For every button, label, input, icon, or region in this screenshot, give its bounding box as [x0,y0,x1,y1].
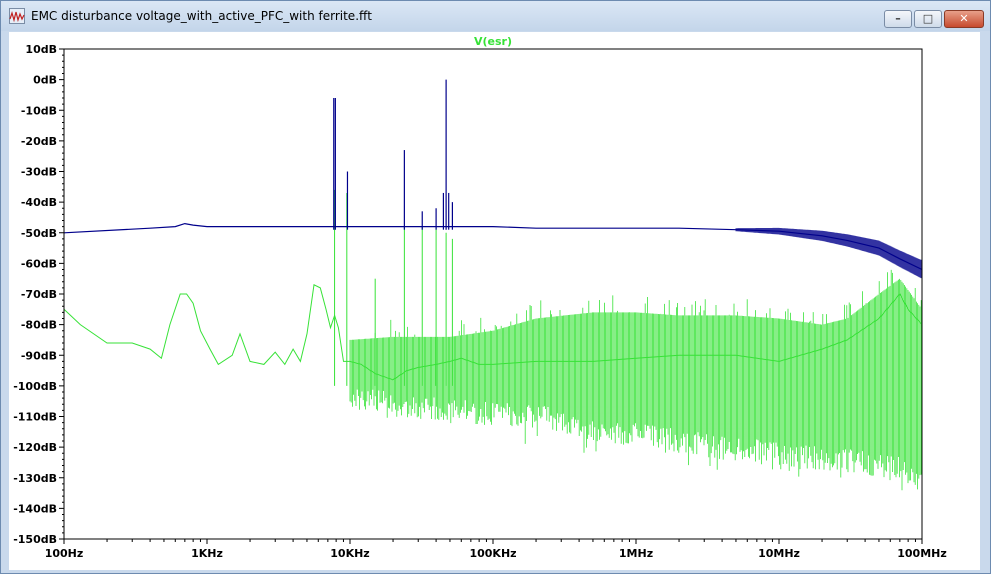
y-tick-label: -10dB [21,104,57,117]
plot-window: EMC disturbance voltage_with_active_PFC_… [0,0,991,574]
waveform-icon [9,8,25,24]
trace-label[interactable]: V(esr) [474,35,512,48]
plot-area[interactable]: V(esr) 10dB 0dB -10dB -20dB -30dB -40dB -50dB -… [9,32,980,570]
maximize-button[interactable]: □ [914,10,942,28]
y-tick-label: -30dB [21,166,57,179]
y-tick-label: -110dB [13,411,57,424]
minimize-button[interactable]: – [884,10,912,28]
series-band-blue [735,227,923,279]
fft-chart[interactable]: V(esr) 10dB 0dB -10dB -20dB -30dB -40dB -50dB -… [9,32,980,570]
y-tick-label: 0dB [33,74,57,87]
x-tick-label: 100KHz [469,547,516,560]
x-tick-label: 100MHz [897,547,947,560]
axes: 10dB 0dB -10dB -20dB -30dB -40dB -50dB -60dB -70… [13,43,947,560]
close-button[interactable]: ✕ [944,10,984,28]
y-tick-label: -50dB [21,227,57,240]
y-tick-label: -100dB [13,380,57,393]
y-tick-label: -80dB [21,319,57,332]
y-tick-label: -20dB [21,135,57,148]
y-tick-label: -130dB [13,472,57,485]
x-tick-label: 1MHz [619,547,653,560]
title-bar[interactable]: EMC disturbance voltage_with_active_PFC_… [1,1,990,31]
x-tick-label: 1KHz [191,547,223,560]
y-tick-label: -150dB [13,533,57,546]
y-tick-label: -120dB [13,441,57,454]
window-title: EMC disturbance voltage_with_active_PFC_… [31,9,372,23]
y-tick-label: -70dB [21,288,57,301]
plot-frame [63,48,923,540]
y-tick-label: 10dB [25,43,57,56]
maximize-icon: □ [922,12,934,25]
x-tick-label: 10KHz [330,547,369,560]
minimize-icon: – [895,12,901,25]
y-tick-label: -40dB [21,196,57,209]
close-icon: ✕ [959,12,969,25]
traces [63,79,923,491]
y-tick-label: -90dB [21,349,57,362]
x-tick-label: 100Hz [45,547,84,560]
y-tick-label: -60dB [21,257,57,270]
y-tick-label: -140dB [13,502,57,515]
x-tick-label: 10MHz [758,547,800,560]
